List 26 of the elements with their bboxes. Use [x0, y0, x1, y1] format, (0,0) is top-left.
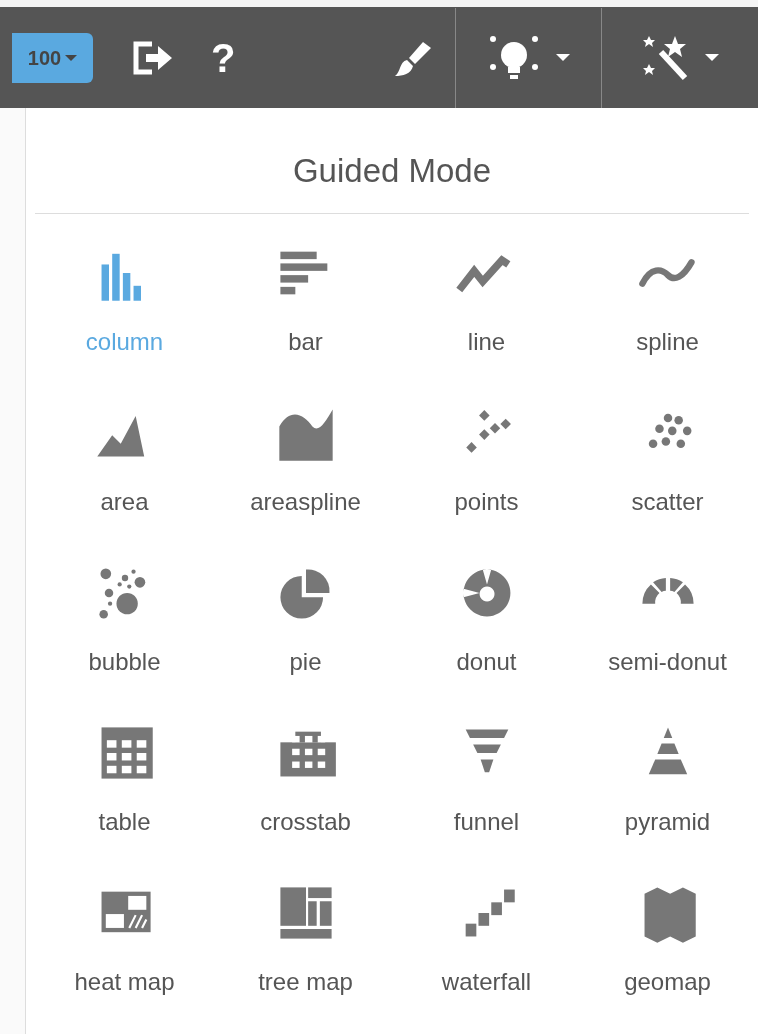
chart-type-option[interactable]: tree map [215, 872, 396, 1032]
chart-type-option[interactable]: heat map [34, 872, 215, 1032]
chart-type-option[interactable]: waterfall [396, 872, 577, 1032]
caret-icon [705, 54, 720, 61]
chart-type-option[interactable]: pie [215, 552, 396, 712]
chart-type-option[interactable]: semi-donut [577, 552, 758, 712]
chart-type-option[interactable]: area [34, 392, 215, 552]
chart-type-option[interactable]: donut [396, 552, 577, 712]
chart-type-option[interactable]: bar [215, 232, 396, 392]
lightbulb-icon [487, 34, 540, 81]
chart-type-option[interactable]: table [34, 712, 215, 872]
chart-type-option[interactable]: areaspline [215, 392, 396, 552]
help-button[interactable]: ? [211, 37, 236, 78]
chart-type-option[interactable]: line [396, 232, 577, 392]
caret-icon [65, 54, 78, 61]
panel-title: Guided Mode [292, 150, 492, 191]
chart-type-option[interactable]: bubble [34, 552, 215, 712]
chart-type-option[interactable]: crosstab [215, 712, 396, 872]
chart-type-option[interactable]: geomap [577, 872, 758, 1032]
chart-type-option[interactable]: funnel [396, 712, 577, 872]
caret-icon [555, 54, 570, 61]
zoom-dropdown-button[interactable]: 100 [12, 32, 93, 83]
chart-type-option[interactable]: points [396, 392, 577, 552]
chart-type-option[interactable]: spline [577, 232, 758, 392]
chart-type-option[interactable]: pyramid [577, 712, 758, 872]
chart-type-option[interactable]: scatter [577, 392, 758, 552]
